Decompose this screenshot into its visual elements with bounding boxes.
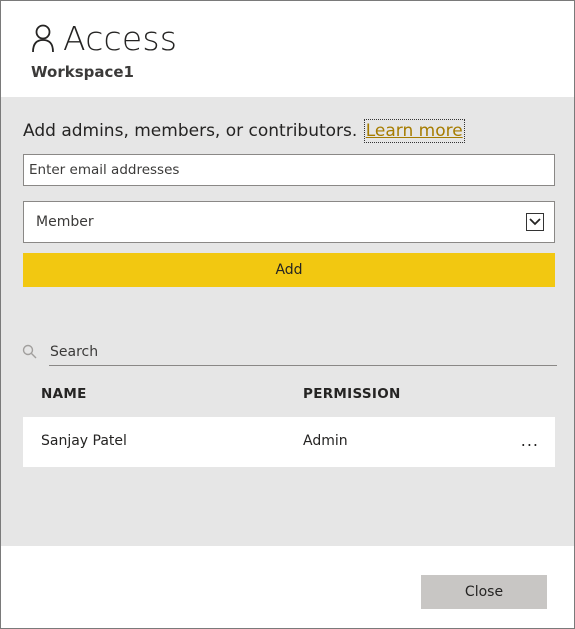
table-row[interactable]: Sanjay Patel Admin ... [23,417,555,467]
add-button[interactable]: Add [23,253,555,287]
role-selected-value: Member [36,214,94,230]
instruction-text: Add admins, members, or contributors. Le… [23,119,465,143]
instruction-label: Add admins, members, or contributors. [23,121,358,141]
more-options-button[interactable]: ... [521,431,539,450]
user-permission: Admin [303,433,348,449]
user-name: Sanjay Patel [41,433,127,449]
column-header-name[interactable]: NAME [41,386,87,402]
access-dialog: Access Workspace1 Add admins, members, o… [0,0,575,629]
search-input[interactable] [49,339,557,366]
learn-more-link[interactable]: Learn more [363,119,465,143]
search-box [21,339,557,367]
role-dropdown[interactable]: Member [23,201,555,243]
dialog-body: Add admins, members, or contributors. Le… [1,97,574,546]
close-button[interactable]: Close [421,575,547,609]
dialog-header: Access Workspace1 [1,1,574,97]
column-header-permission[interactable]: PERMISSION [303,386,401,402]
dialog-title: Access [63,19,178,58]
search-icon [22,344,37,359]
title-row: Access [31,19,177,58]
email-addresses-input[interactable] [23,154,555,186]
workspace-name: Workspace1 [31,63,134,81]
person-icon [32,24,54,52]
chevron-down-icon[interactable] [526,213,544,231]
